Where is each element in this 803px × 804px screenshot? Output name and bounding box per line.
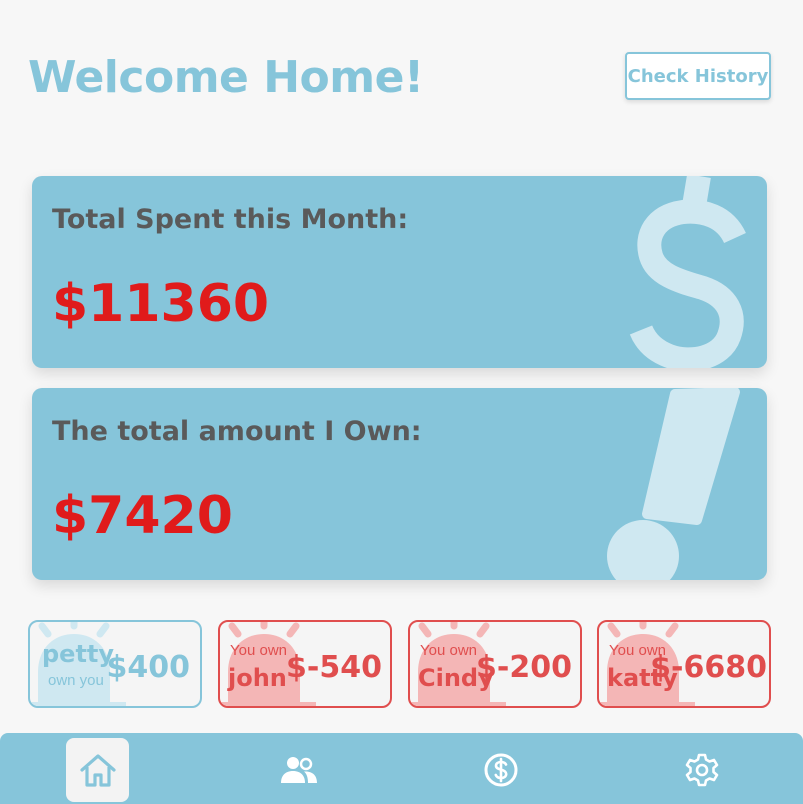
nav-settings[interactable] <box>670 738 733 802</box>
users-icon <box>280 757 317 783</box>
exclamation-icon <box>607 388 740 580</box>
check-history-button[interactable]: Check History <box>625 52 771 100</box>
debt-card-katty[interactable]: You own katty $-6680 <box>597 620 771 708</box>
total-spent-card: Total Spent this Month: $11360 <box>32 176 767 368</box>
nav-home[interactable] <box>66 738 129 802</box>
debt-caption: You own <box>230 642 287 659</box>
debt-person-name: petty <box>42 640 115 668</box>
debt-amount: $-6680 <box>650 650 767 685</box>
debt-card-petty[interactable]: petty own you $400 <box>28 620 202 708</box>
debt-amount: $400 <box>106 650 191 685</box>
page-title: Welcome Home! <box>28 52 424 103</box>
bottom-nav <box>0 733 803 804</box>
debt-person-name: john <box>228 664 287 692</box>
gear-icon <box>685 753 718 787</box>
debt-amount: $-200 <box>476 650 572 685</box>
nav-friends[interactable] <box>267 738 330 802</box>
dollar-sign-icon <box>629 176 746 368</box>
debt-amount: $-540 <box>286 650 382 685</box>
total-owed-label: The total amount I Own: <box>52 416 422 447</box>
total-spent-value: $11360 <box>52 274 270 334</box>
debt-card-cindy[interactable]: You own Cindy $-200 <box>408 620 582 708</box>
debt-caption: own you <box>48 672 104 689</box>
nav-payments[interactable] <box>469 738 532 802</box>
total-owed-card: The total amount I Own: $7420 <box>32 388 767 580</box>
home-icon <box>79 754 116 787</box>
debt-caption: You own <box>420 642 477 659</box>
total-spent-label: Total Spent this Month: <box>52 204 409 235</box>
dollar-circle-icon <box>484 753 517 787</box>
total-owed-value: $7420 <box>52 486 233 546</box>
debt-card-john[interactable]: You own john $-540 <box>218 620 392 708</box>
